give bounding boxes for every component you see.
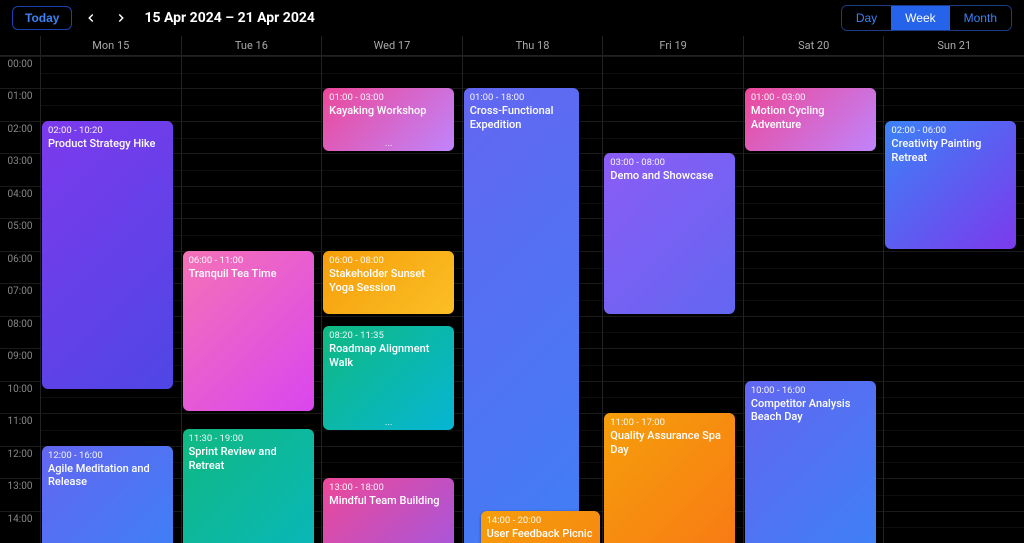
event-title: Competitor Analysis Beach Day (751, 397, 870, 425)
event-title: Kayaking Workshop (329, 104, 448, 118)
event-resize-handle[interactable]: ··· (323, 143, 454, 151)
day-header[interactable]: Mon 15 (40, 36, 181, 55)
event-title: Sprint Review and Retreat (189, 445, 308, 473)
today-button[interactable]: Today (12, 6, 72, 30)
event-title: Roadmap Alignment Walk (329, 342, 448, 370)
hour-label: 02:00 (0, 122, 40, 153)
day-column-line (602, 56, 603, 543)
calendar-header: Today 15 Apr 2024 – 21 Apr 2024 Day Week… (0, 0, 1024, 36)
calendar-event[interactable]: 06:00 - 08:00Stakeholder Sunset Yoga Ses… (323, 251, 454, 314)
event-time: 14:00 - 20:00 (487, 515, 595, 526)
grid-body[interactable]: 00:0001:0002:0003:0004:0005:0006:0007:00… (0, 56, 1024, 543)
calendar-event[interactable]: 10:00 - 16:00Competitor Analysis Beach D… (745, 381, 876, 543)
event-title: Demo and Showcase (610, 169, 729, 183)
event-title: User Feedback Picnic (487, 527, 595, 541)
calendar-event[interactable]: 14:00 - 20:00User Feedback Picnic (481, 511, 601, 543)
date-range-title: 15 Apr 2024 – 21 Apr 2024 (144, 10, 314, 26)
day-header[interactable]: Wed 17 (321, 36, 462, 55)
event-time: 12:00 - 16:00 (48, 450, 167, 461)
hour-label: 07:00 (0, 284, 40, 315)
day-column-line (181, 56, 182, 543)
header-left: Today 15 Apr 2024 – 21 Apr 2024 (12, 6, 315, 30)
calendar-event[interactable]: 01:00 - 03:00Kayaking Workshop ··· (323, 88, 454, 151)
time-gutter-head (0, 36, 40, 55)
hour-label: 10:00 (0, 382, 40, 413)
view-week-button[interactable]: Week (891, 6, 949, 30)
day-column-line (462, 56, 463, 543)
hour-label: 03:00 (0, 154, 40, 185)
hour-label: 01:00 (0, 89, 40, 120)
day-header[interactable]: Fri 19 (602, 36, 743, 55)
event-time: 11:30 - 19:00 (189, 433, 308, 444)
hour-label: 06:00 (0, 252, 40, 283)
calendar-event[interactable]: 13:00 - 18:00Mindful Team Building (323, 478, 454, 543)
day-header[interactable]: Sat 20 (743, 36, 884, 55)
day-column-line (321, 56, 322, 543)
event-time: 13:00 - 18:00 (329, 482, 448, 493)
calendar-event[interactable]: 08:20 - 11:35Roadmap Alignment Walk ··· (323, 326, 454, 430)
calendar-event[interactable]: 02:00 - 10:20Product Strategy Hike (42, 121, 173, 389)
view-month-button[interactable]: Month (950, 6, 1011, 30)
event-time: 01:00 - 03:00 (329, 92, 448, 103)
calendar-event[interactable]: 02:00 - 06:00Creativity Painting Retreat (885, 121, 1016, 249)
event-time: 01:00 - 03:00 (751, 92, 870, 103)
hour-label: 04:00 (0, 187, 40, 218)
calendar-event[interactable]: 03:00 - 08:00Demo and Showcase (604, 153, 735, 313)
calendar-event[interactable]: 06:00 - 11:00Tranquil Tea Time (183, 251, 314, 411)
calendar-event[interactable]: 11:00 - 17:00Quality Assurance Spa Day (604, 413, 735, 543)
event-title: Product Strategy Hike (48, 137, 167, 151)
calendar-event[interactable]: 01:00 - 18:00Cross-Functional Expedition (464, 88, 579, 543)
day-header[interactable]: Tue 16 (181, 36, 322, 55)
hour-label: 13:00 (0, 479, 40, 510)
prev-button[interactable] (80, 7, 102, 29)
view-day-button[interactable]: Day (842, 6, 891, 30)
hour-label: 05:00 (0, 219, 40, 250)
event-title: Mindful Team Building (329, 494, 448, 508)
day-header[interactable]: Thu 18 (462, 36, 603, 55)
event-title: Cross-Functional Expedition (470, 104, 573, 132)
view-switch: Day Week Month (841, 5, 1012, 31)
half-hour-line (40, 73, 1024, 74)
next-button[interactable] (110, 7, 132, 29)
hour-label: 14:00 (0, 512, 40, 543)
event-title: Creativity Painting Retreat (891, 137, 1010, 165)
day-header[interactable]: Sun 21 (883, 36, 1024, 55)
event-time: 11:00 - 17:00 (610, 417, 729, 428)
hour-label: 12:00 (0, 447, 40, 478)
event-title: Quality Assurance Spa Day (610, 429, 729, 457)
hour-label: 11:00 (0, 414, 40, 445)
day-column-line (883, 56, 884, 543)
event-resize-handle[interactable]: ··· (323, 422, 454, 430)
event-time: 10:00 - 16:00 (751, 385, 870, 396)
hour-label: 08:00 (0, 317, 40, 348)
calendar-event[interactable]: 01:00 - 03:00Motion Cycling Adventure (745, 88, 876, 151)
day-header-row: Mon 15 Tue 16 Wed 17 Thu 18 Fri 19 Sat 2… (0, 36, 1024, 56)
event-time: 02:00 - 10:20 (48, 125, 167, 136)
day-column-line (743, 56, 744, 543)
hour-row: 00:00 (0, 56, 1024, 88)
event-time: 02:00 - 06:00 (891, 125, 1010, 136)
event-time: 06:00 - 08:00 (329, 255, 448, 266)
event-title: Agile Meditation and Release (48, 462, 167, 490)
chevron-right-icon (114, 11, 128, 25)
event-title: Tranquil Tea Time (189, 267, 308, 281)
chevron-left-icon (84, 11, 98, 25)
calendar-event[interactable]: 11:30 - 19:00Sprint Review and Retreat (183, 429, 314, 543)
event-title: Stakeholder Sunset Yoga Session (329, 267, 448, 295)
calendar-event[interactable]: 12:00 - 16:00Agile Meditation and Releas… (42, 446, 173, 543)
hour-label: 00:00 (0, 57, 40, 88)
event-time: 06:00 - 11:00 (189, 255, 308, 266)
calendar-grid: Mon 15 Tue 16 Wed 17 Thu 18 Fri 19 Sat 2… (0, 36, 1024, 543)
event-time: 03:00 - 08:00 (610, 157, 729, 168)
hour-label: 09:00 (0, 349, 40, 380)
event-title: Motion Cycling Adventure (751, 104, 870, 132)
day-column-line (40, 56, 41, 543)
event-time: 08:20 - 11:35 (329, 330, 448, 341)
event-time: 01:00 - 18:00 (470, 92, 573, 103)
